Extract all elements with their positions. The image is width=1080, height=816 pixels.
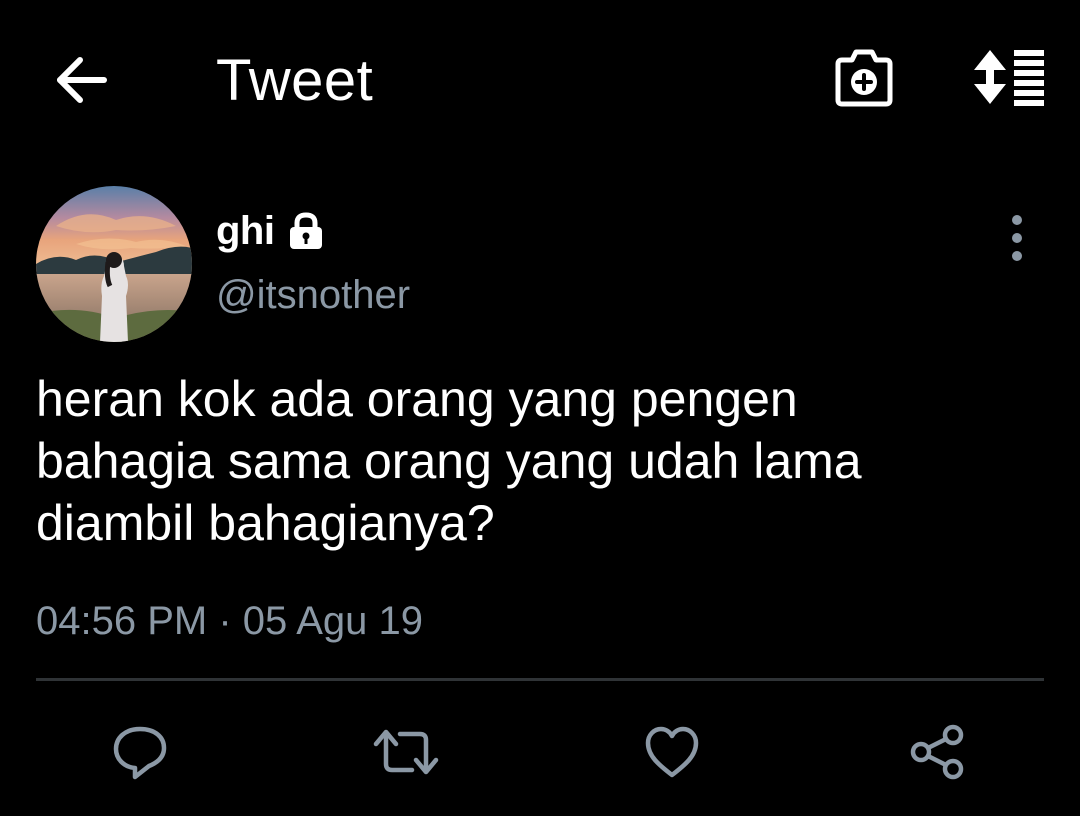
- author-name: ghi: [216, 209, 275, 253]
- avatar[interactable]: [36, 186, 192, 342]
- more-options-button[interactable]: [996, 210, 1038, 266]
- page-title: Tweet: [216, 48, 374, 113]
- retweet-button[interactable]: [370, 716, 442, 788]
- sort-list-icon: [974, 50, 1044, 106]
- tweet-timestamp[interactable]: 04:56 PM · 05 Agu 19: [36, 596, 423, 646]
- sort-button[interactable]: [968, 46, 1048, 108]
- profile-photo: [36, 186, 192, 342]
- back-button[interactable]: [52, 52, 114, 108]
- tweet-date: 05 Agu 19: [242, 599, 423, 643]
- top-app-bar: Tweet: [0, 0, 1080, 160]
- tweet-text: heran kok ada orang yang pengen bahagia …: [36, 371, 862, 551]
- lock-icon: [286, 211, 326, 251]
- arrow-left-icon: [57, 57, 107, 103]
- retweet-icon: [373, 729, 439, 775]
- add-photo-button[interactable]: [832, 46, 896, 108]
- share-icon: [910, 724, 964, 780]
- tweet-time: 04:56 PM: [36, 599, 208, 643]
- camera-plus-icon: [835, 49, 893, 107]
- reply-bubble-icon: [113, 726, 167, 780]
- more-vertical-icon: [1012, 215, 1022, 261]
- author-handle[interactable]: @itsnother: [216, 270, 410, 320]
- heart-icon: [645, 726, 699, 778]
- share-button[interactable]: [902, 716, 974, 788]
- divider: [36, 678, 1044, 681]
- meta-separator: ·: [218, 599, 232, 643]
- tweet-detail-screen: Tweet ghi @itsnother heran kok ada orang…: [0, 0, 1080, 816]
- reply-button[interactable]: [104, 716, 176, 788]
- like-button[interactable]: [636, 716, 708, 788]
- author-name-row[interactable]: ghi: [216, 204, 326, 258]
